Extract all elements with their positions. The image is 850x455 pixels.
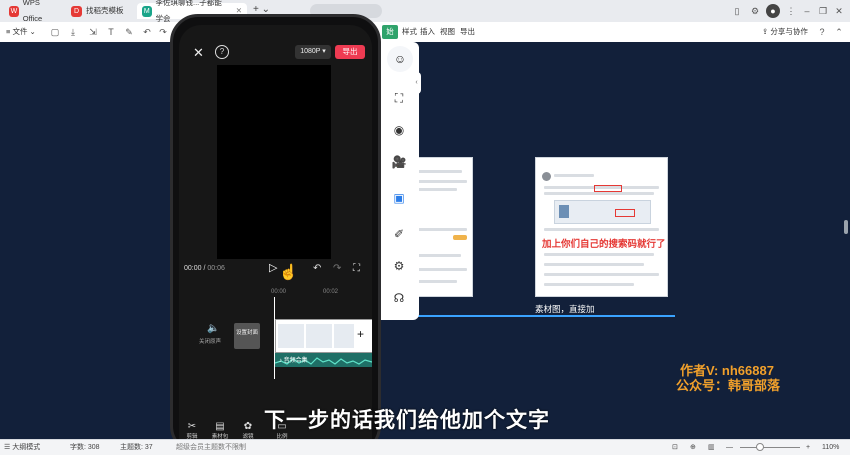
- menu-icon[interactable]: ⋮: [784, 4, 798, 18]
- vertical-scrollbar[interactable]: [844, 220, 848, 234]
- fit-view-icon[interactable]: ⊡: [672, 442, 678, 453]
- screenshot-icon[interactable]: ◉: [389, 120, 409, 140]
- connector-line: [417, 315, 675, 317]
- ruler-tick: 00:02: [323, 289, 339, 295]
- share-collaborate-button[interactable]: ⇪ 分享与协作: [762, 25, 808, 39]
- outline-mode-button[interactable]: ☰ 大纲模式: [4, 442, 40, 453]
- zoom-slider[interactable]: [740, 447, 800, 448]
- undo-icon[interactable]: ↶: [313, 263, 321, 274]
- restore-icon[interactable]: ❐: [816, 4, 830, 18]
- menu-view[interactable]: 视图: [440, 25, 455, 39]
- status-bar: ☰ 大纲模式 字数: 308 主题数: 37 超级会员主题数不限制 ⊡ ⊕ ▥ …: [0, 439, 850, 455]
- help-icon[interactable]: ?: [815, 25, 829, 39]
- share-label: 分享与协作: [770, 27, 808, 36]
- file-menu[interactable]: ≡ 文件 ⌄: [6, 25, 36, 39]
- screen-cast-icon[interactable]: ▣: [389, 188, 409, 208]
- speaker-icon[interactable]: 🔈: [207, 323, 219, 334]
- undo-icon[interactable]: ↶: [140, 25, 154, 39]
- export-button[interactable]: 导出: [335, 45, 365, 59]
- save-icon[interactable]: ▢: [48, 25, 62, 39]
- tab-label: 找稻壳模板: [86, 6, 124, 15]
- locate-icon[interactable]: ⊕: [690, 442, 696, 453]
- fullscreen-icon[interactable]: ⛶: [389, 88, 409, 108]
- watermark-account: 公众号：韩哥部落: [676, 378, 781, 393]
- fullscreen-icon[interactable]: ⛶: [353, 263, 360, 274]
- download-icon[interactable]: ⤓: [66, 25, 80, 39]
- pen-tool-icon[interactable]: ✐: [389, 224, 409, 244]
- tool-edit[interactable]: ✂ 剪辑: [181, 421, 203, 440]
- package-icon: ▤: [215, 421, 225, 432]
- collapse-icon[interactable]: ⌃: [832, 25, 846, 39]
- settings-icon[interactable]: ⚙: [748, 4, 762, 18]
- phone-mockup: ✕ ? 1080P ▾ 导出 00:00 / 00:06 ▷ ☝ ↶ ↷ ⛶ 0…: [170, 14, 381, 454]
- menu-style[interactable]: 样式: [402, 25, 417, 39]
- file-menu-label: 文件: [12, 27, 28, 36]
- zoom-in-icon[interactable]: +: [806, 442, 810, 453]
- resolution-select[interactable]: 1080P ▾: [295, 45, 331, 59]
- menu-insert[interactable]: 插入: [420, 25, 435, 39]
- audio-clip-label: ♪ 音频合集: [279, 358, 308, 364]
- set-cover-button[interactable]: 设置封面: [234, 323, 260, 349]
- ruler-tick: 00:00: [271, 289, 287, 295]
- play-icon[interactable]: ▷: [269, 261, 277, 274]
- add-clip-icon[interactable]: +: [357, 327, 364, 341]
- card-highlight-text: 加上你们自己的搜索码就行了: [542, 239, 666, 250]
- audio-track-label: 关闭原声: [199, 339, 222, 345]
- start-tab-indicator[interactable]: 始: [382, 25, 398, 39]
- video-editor-screen: ✕ ? 1080P ▾ 导出 00:00 / 00:06 ▷ ☝ ↶ ↷ ⛶ 0…: [179, 25, 372, 451]
- close-window-icon[interactable]: ✕: [832, 4, 846, 18]
- highlight-box: [594, 185, 622, 192]
- embedded-screenshot: [554, 200, 651, 224]
- avatar[interactable]: ●: [766, 4, 780, 18]
- topic-count: 主题数: 37: [120, 444, 153, 451]
- time-readout: 00:00 / 00:06: [184, 265, 225, 272]
- video-preview[interactable]: [217, 65, 331, 259]
- assistant-avatar-icon[interactable]: ☺: [387, 46, 413, 72]
- collapse-sidebar-icon[interactable]: ‹: [412, 72, 421, 94]
- minimize-icon[interactable]: –: [800, 4, 814, 18]
- main-toolbar: ≡ 文件 ⌄ ▢ ⤓ ⇲ T ✎ ↶ ↷ 始 样式 插入 视图 导出 ⇪ 分享与…: [0, 22, 850, 43]
- text-format-icon[interactable]: T: [104, 25, 118, 39]
- settings-icon[interactable]: ⚙: [389, 256, 409, 276]
- help-icon[interactable]: ?: [215, 45, 229, 59]
- headset-icon[interactable]: ☊: [389, 288, 409, 308]
- filter-icon: ✿: [243, 421, 253, 432]
- word-count: 字数: 308: [70, 444, 100, 451]
- wps-logo-icon: W: [9, 5, 19, 17]
- tool-materials[interactable]: ▤ 素材包: [207, 421, 233, 440]
- layout-icon[interactable]: ▯: [730, 4, 744, 18]
- zoom-level: 110%: [822, 444, 840, 451]
- highlight-box: [615, 209, 635, 217]
- topic-limit-note: 超级会员主题数不限制: [176, 444, 246, 451]
- time-current: 00:00: [184, 265, 202, 272]
- docer-icon: D: [71, 5, 82, 17]
- zoom-out-icon[interactable]: —: [726, 442, 733, 453]
- video-subtitle: 下一步的话我们给他加个文字: [264, 409, 550, 432]
- pointer-hand-icon: ☝: [279, 264, 298, 281]
- menu-export[interactable]: 导出: [460, 25, 475, 39]
- node-label[interactable]: 素材图，直接加: [535, 303, 595, 315]
- tool-filter[interactable]: ✿ 滤镜: [237, 421, 259, 440]
- close-icon[interactable]: ✕: [193, 45, 204, 61]
- record-video-icon[interactable]: 🎥: [389, 152, 409, 172]
- playhead[interactable]: [274, 297, 275, 379]
- redo-icon[interactable]: ↷: [333, 263, 341, 274]
- brush-icon[interactable]: ✎: [122, 25, 136, 39]
- avatar: [542, 172, 551, 181]
- outline-mode-label: 大纲模式: [12, 444, 41, 451]
- scissors-icon: ✂: [187, 421, 197, 432]
- title-tab-bar: W WPS Office D 找稻壳模板 M 李佐琪聊钱...子都能学会 ✕ +…: [0, 0, 850, 23]
- audio-clip-track[interactable]: ♪ 音频合集: [275, 353, 372, 367]
- tab-wps-office[interactable]: W WPS Office: [4, 0, 62, 23]
- book-icon[interactable]: ▥: [708, 442, 715, 453]
- tab-docer-templates[interactable]: D 找稻壳模板: [66, 3, 136, 19]
- zoom-slider-handle[interactable]: [756, 443, 764, 451]
- redo-icon[interactable]: ↷: [156, 25, 170, 39]
- time-total: 00:06: [207, 265, 225, 272]
- export-icon[interactable]: ⇲: [86, 25, 100, 39]
- audio-clip-name: 音频合集: [283, 358, 308, 364]
- material-image-card-2[interactable]: 加上你们自己的搜索码就行了: [535, 157, 668, 297]
- mindmap-icon: M: [142, 5, 152, 17]
- resolution-label: 1080P: [300, 48, 321, 55]
